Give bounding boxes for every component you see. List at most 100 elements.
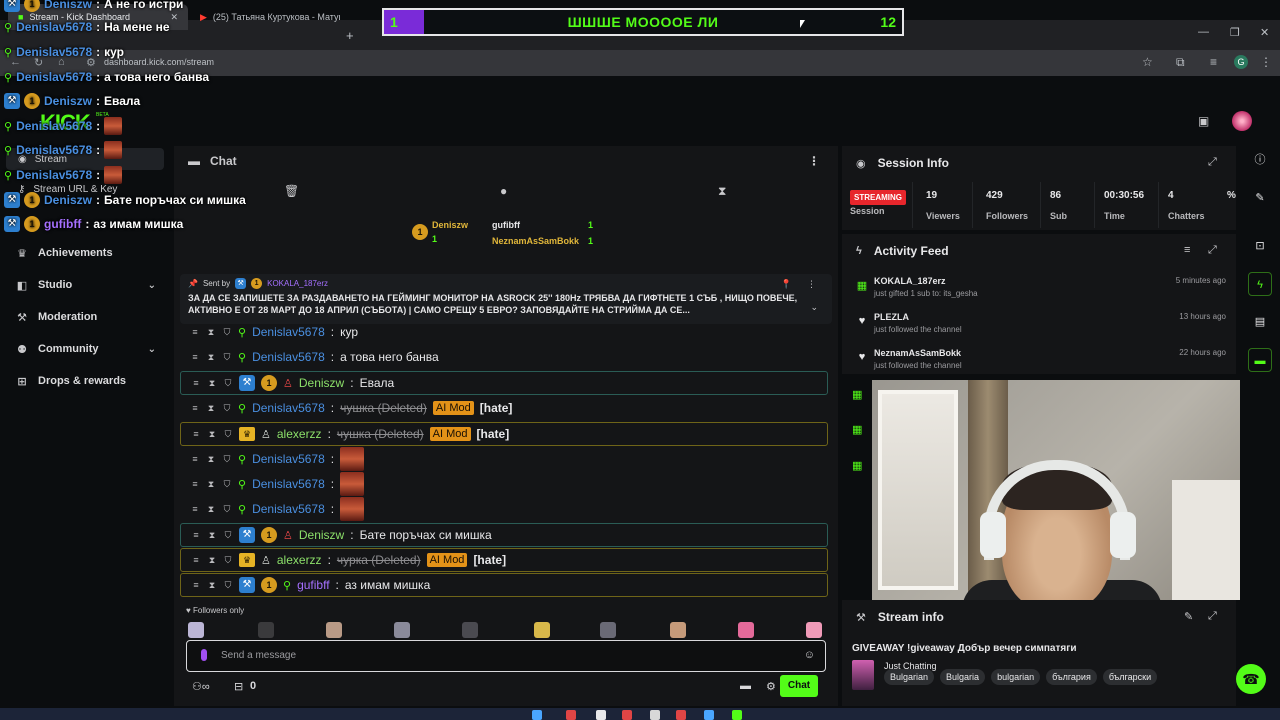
chat-username[interactable]: gufibff: [297, 578, 329, 592]
info-icon[interactable]: ⓘ: [1248, 148, 1272, 172]
chat-username[interactable]: Denislav5678: [252, 502, 325, 516]
emoji-icon[interactable]: ☺: [804, 649, 815, 661]
drag-handle-icon[interactable]: ≡: [191, 378, 201, 388]
extensions-icon[interactable]: ⧉: [1176, 55, 1185, 70]
bookmark-star-icon[interactable]: ☆: [1142, 55, 1153, 69]
chat-tab-icon[interactable]: ●: [500, 184, 507, 198]
shield-icon[interactable]: ⛉: [222, 504, 232, 515]
chat-username[interactable]: Deniszw: [299, 376, 344, 390]
chat-bubble-icon[interactable]: ▬: [740, 680, 751, 692]
chatter-avatar[interactable]: [258, 622, 274, 638]
activity-user[interactable]: KOKALA_187erz: [874, 276, 946, 286]
activity-user[interactable]: PLEZLA: [874, 312, 909, 322]
close-window-icon[interactable]: ✕: [1260, 26, 1269, 39]
timeout-icon[interactable]: ⧗: [206, 454, 216, 465]
hourglass-icon[interactable]: ⧗: [718, 184, 726, 199]
more-icon[interactable]: ⋮: [807, 279, 816, 290]
drag-handle-icon[interactable]: ≡: [190, 504, 200, 514]
rewards-icon[interactable]: ⚇∞: [192, 680, 210, 693]
chest-icon[interactable]: ⊟: [234, 680, 243, 693]
lightning-icon[interactable]: ϟ: [1248, 272, 1272, 296]
chat-username[interactable]: Denislav5678: [252, 401, 325, 415]
profile-avatar[interactable]: G: [1234, 55, 1248, 69]
activity-user[interactable]: NeznamAsSamBokk: [874, 348, 961, 358]
gifter-name[interactable]: gufibff: [492, 220, 520, 230]
document-icon[interactable]: ▤: [1248, 310, 1272, 334]
popout-icon[interactable]: ⤢: [1208, 156, 1217, 169]
mic-icon[interactable]: [201, 649, 207, 661]
timeout-icon[interactable]: ⧗: [207, 429, 217, 440]
chatter-avatar[interactable]: [600, 622, 616, 638]
shield-icon[interactable]: ⛉: [223, 378, 233, 389]
shield-icon[interactable]: ⛉: [222, 327, 232, 338]
gear-icon[interactable]: ⚙: [766, 680, 776, 693]
timeout-icon[interactable]: ⧗: [207, 378, 217, 389]
drag-handle-icon[interactable]: ≡: [191, 580, 201, 590]
tag-pill[interactable]: български: [1102, 669, 1158, 685]
shield-icon[interactable]: ⛉: [222, 403, 232, 414]
app-icon[interactable]: [732, 710, 742, 720]
drag-handle-icon[interactable]: ≡: [191, 429, 201, 439]
chat-username[interactable]: Denislav5678: [252, 452, 325, 466]
app-icon[interactable]: [650, 710, 660, 720]
chatter-avatar[interactable]: [806, 622, 822, 638]
chat-username[interactable]: Denislav5678: [252, 325, 325, 339]
pencil-icon[interactable]: ✎: [1248, 186, 1272, 210]
drag-handle-icon[interactable]: ≡: [191, 555, 201, 565]
edit-icon[interactable]: ✎: [1184, 610, 1193, 623]
sidebar-item-moderation[interactable]: ⚒ Moderation: [0, 302, 172, 332]
tag-pill[interactable]: Bulgarian: [884, 669, 935, 685]
chat-icon[interactable]: ▬: [1248, 348, 1272, 372]
maximize-icon[interactable]: ❐: [1230, 26, 1240, 39]
user-avatar[interactable]: [1232, 111, 1252, 131]
sidebar-item-drops[interactable]: ⊞ Drops & rewards: [0, 366, 172, 396]
app-icon[interactable]: [566, 710, 576, 720]
timeout-icon[interactable]: ⧗: [207, 555, 217, 566]
category-thumbnail[interactable]: [852, 660, 874, 690]
app-icon[interactable]: [596, 710, 606, 720]
theater-mode-icon[interactable]: ▣: [1198, 114, 1209, 128]
app-icon[interactable]: [676, 710, 686, 720]
drag-handle-icon[interactable]: ≡: [190, 352, 200, 362]
shield-icon[interactable]: ⛉: [222, 479, 232, 490]
tag-pill[interactable]: Bulgaria: [940, 669, 986, 685]
tag-pill[interactable]: bulgarian: [991, 669, 1041, 685]
popout-icon[interactable]: ⤢: [1208, 244, 1217, 257]
camera-icon[interactable]: ⊡: [1248, 234, 1272, 258]
timeout-icon[interactable]: ⧗: [207, 580, 217, 591]
drag-handle-icon[interactable]: ≡: [191, 530, 201, 540]
chatter-avatar[interactable]: [670, 622, 686, 638]
app-icon[interactable]: [704, 710, 714, 720]
shield-icon[interactable]: ⛉: [223, 530, 233, 541]
app-icon[interactable]: [622, 710, 632, 720]
browser-tab-inactive[interactable]: ▶ (25) Татьяна Куртукова - Матушка ✕: [190, 4, 340, 30]
drag-handle-icon[interactable]: ≡: [190, 479, 200, 489]
minimize-icon[interactable]: —: [1198, 26, 1209, 38]
chatter-avatar[interactable]: [462, 622, 478, 638]
gifter-name[interactable]: Deniszw: [432, 220, 468, 230]
browser-menu-icon[interactable]: ⋮: [1260, 55, 1272, 69]
chat-username[interactable]: Denislav5678: [252, 477, 325, 491]
gifter-name[interactable]: NeznamAsSamBokk: [492, 236, 579, 246]
timeout-icon[interactable]: ⧗: [206, 327, 216, 338]
timeout-icon[interactable]: ⧗: [206, 403, 216, 414]
sidebar-item-community[interactable]: ⚉ Community ⌄: [0, 334, 172, 364]
chat-send-button[interactable]: Chat: [780, 675, 818, 697]
drag-handle-icon[interactable]: ≡: [190, 327, 200, 337]
chat-input[interactable]: Send a message ☺: [186, 640, 826, 672]
more-icon[interactable]: ⋮: [808, 154, 820, 168]
chat-username[interactable]: Denislav5678: [252, 350, 325, 364]
new-tab-icon[interactable]: +: [346, 28, 354, 43]
pinned-author[interactable]: KOKALA_187erz: [267, 279, 328, 288]
drag-handle-icon[interactable]: ≡: [190, 454, 200, 464]
popout-icon[interactable]: ⤢: [1208, 610, 1217, 623]
chatter-avatar[interactable]: [738, 622, 754, 638]
trash-icon[interactable]: 🗑: [284, 184, 299, 198]
chatter-avatar[interactable]: [326, 622, 342, 638]
chatter-avatar[interactable]: [534, 622, 550, 638]
timeout-icon[interactable]: ⧗: [207, 530, 217, 541]
timeout-icon[interactable]: ⧗: [206, 352, 216, 363]
media-icon[interactable]: ≡: [1210, 55, 1217, 69]
timeout-icon[interactable]: ⧗: [206, 479, 216, 490]
chat-username[interactable]: alexerzz: [277, 427, 322, 441]
